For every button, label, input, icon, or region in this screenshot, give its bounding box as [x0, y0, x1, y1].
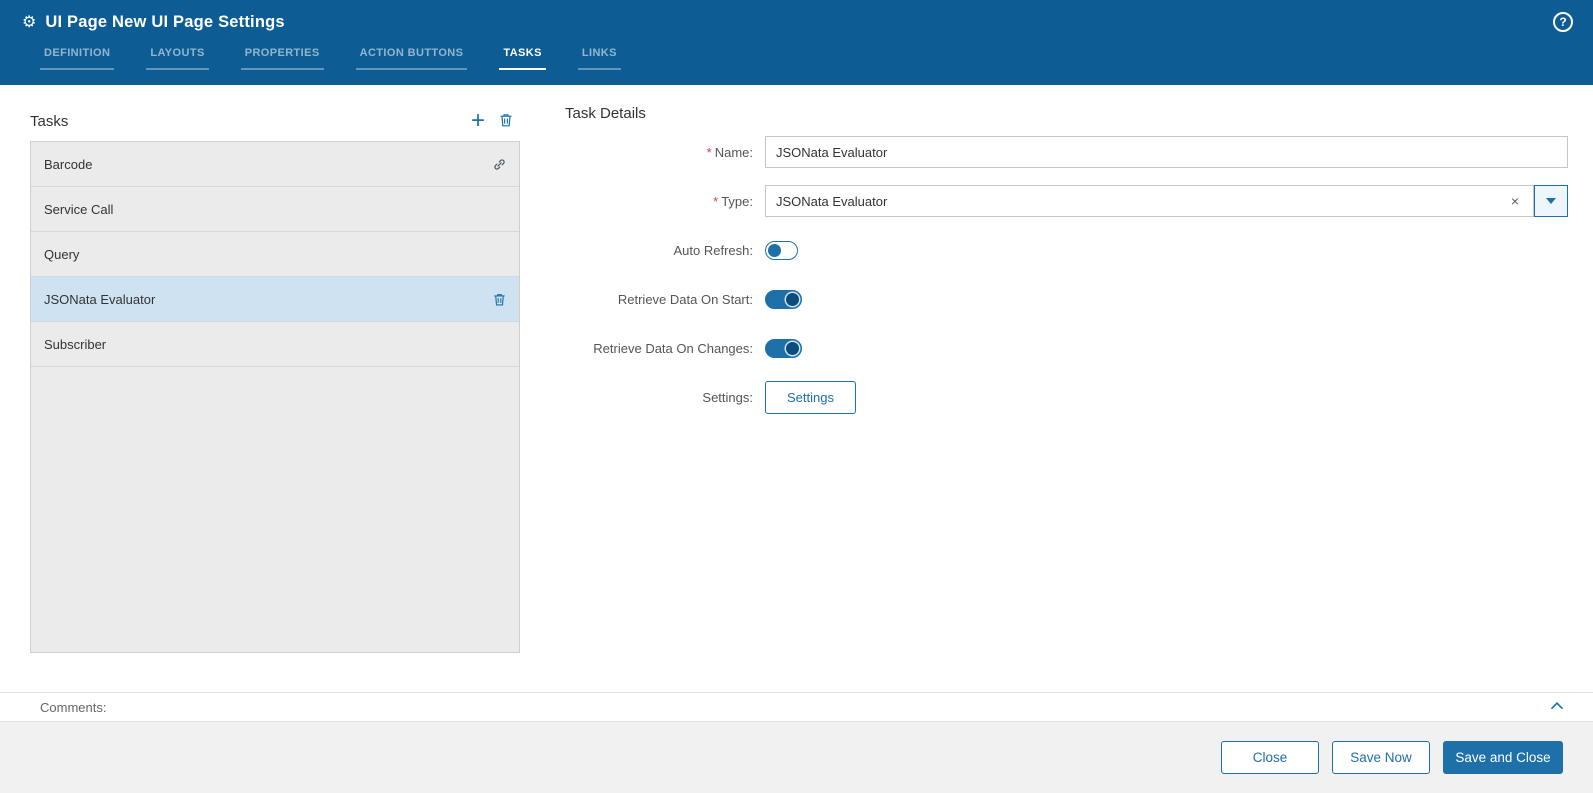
task-label: JSONata Evaluator — [44, 291, 156, 307]
tab-properties[interactable]: PROPERTIES — [240, 47, 324, 70]
tab-action-buttons[interactable]: ACTION BUTTONS — [355, 47, 468, 70]
required-marker: * — [706, 144, 712, 160]
type-combobox: JSONata Evaluator × — [765, 185, 1568, 217]
comments-bar: Comments: — [0, 692, 1593, 722]
type-row: * Type: JSONata Evaluator × — [565, 185, 1568, 217]
toggle-knob — [786, 341, 799, 355]
name-row: * Name: — [565, 136, 1568, 168]
retrieve-start-label: Retrieve Data On Start: — [617, 291, 753, 307]
retrieve-changes-row: Retrieve Data On Changes: — [565, 332, 1568, 364]
list-item-barcode[interactable]: Barcode — [31, 142, 519, 187]
comments-label: Comments: — [40, 699, 107, 715]
task-list: Barcode Service Call Query JSONata Evalu… — [30, 141, 520, 653]
list-item-jsonata-evaluator[interactable]: JSONata Evaluator — [31, 277, 519, 322]
tab-tasks[interactable]: TASKS — [499, 47, 546, 70]
chevron-down-icon — [1546, 198, 1556, 204]
tasks-panel-header: Tasks + — [30, 105, 520, 137]
retrieve-start-row: Retrieve Data On Start: — [565, 283, 1568, 315]
task-label: Query — [44, 246, 80, 262]
save-now-button[interactable]: Save Now — [1332, 741, 1430, 774]
type-label: * Type: — [713, 193, 753, 209]
toggle-knob — [786, 292, 799, 306]
gear-icon: ⚙ — [22, 14, 37, 31]
title-row: ⚙ UI Page New UI Page Settings — [0, 0, 1593, 32]
clear-icon[interactable]: × — [1507, 193, 1523, 209]
auto-refresh-row: Auto Refresh: — [565, 234, 1568, 266]
tab-links[interactable]: LINKS — [577, 47, 621, 70]
list-item-service-call[interactable]: Service Call — [31, 187, 519, 232]
settings-label: Settings: — [702, 390, 753, 405]
task-label: Service Call — [44, 201, 114, 217]
comments-expand-button[interactable] — [1549, 698, 1565, 717]
save-and-close-button[interactable]: Save and Close — [1443, 741, 1563, 774]
settings-button[interactable]: Settings — [765, 381, 856, 414]
tab-layouts[interactable]: LAYOUTS — [146, 47, 209, 70]
retrieve-data-on-start-toggle[interactable] — [765, 289, 802, 309]
auto-refresh-label: Auto Refresh: — [673, 242, 754, 258]
tab-definition[interactable]: DEFINITION — [40, 47, 115, 70]
footer-bar: Close Save Now Save and Close — [0, 722, 1593, 793]
trash-icon[interactable] — [492, 292, 507, 307]
help-icon[interactable]: ? — [1553, 12, 1573, 32]
add-task-button[interactable]: + — [464, 107, 492, 135]
task-label: Barcode — [44, 156, 93, 172]
tasks-panel: Tasks + Barcode Service Call Query JSONa… — [30, 105, 520, 653]
type-dropdown-button[interactable] — [1534, 185, 1568, 217]
retrieve-data-on-changes-toggle[interactable] — [765, 338, 802, 358]
toggle-knob — [768, 243, 781, 257]
chevron-up-icon — [1549, 698, 1565, 717]
required-marker: * — [713, 193, 719, 209]
tab-bar: DEFINITION LAYOUTS PROPERTIES ACTION BUT… — [0, 47, 1593, 70]
list-item-query[interactable]: Query — [31, 232, 519, 277]
plus-icon: + — [470, 107, 485, 134]
trash-icon — [498, 112, 514, 131]
list-item-subscriber[interactable]: Subscriber — [31, 322, 519, 367]
task-details-panel: Task Details *Name: *Type: JSONata Evalu… — [565, 105, 1568, 431]
tasks-panel-title: Tasks — [30, 112, 69, 130]
page-title: UI Page New UI Page Settings — [45, 12, 285, 31]
name-input[interactable] — [765, 136, 1568, 168]
retrieve-changes-label: Retrieve Data On Changes: — [593, 340, 753, 356]
settings-row: Settings: Settings — [565, 381, 1568, 414]
delete-tasks-button[interactable] — [492, 107, 520, 135]
name-label: * Name: — [706, 144, 753, 160]
app-header: ⚙ UI Page New UI Page Settings ? DEFINIT… — [0, 0, 1593, 85]
close-button[interactable]: Close — [1221, 741, 1319, 774]
task-details-title: Task Details — [565, 105, 646, 122]
task-label: Subscriber — [44, 336, 107, 352]
link-icon[interactable] — [492, 157, 507, 172]
auto-refresh-toggle[interactable] — [765, 240, 798, 260]
type-combobox-value[interactable]: JSONata Evaluator × — [765, 185, 1534, 217]
